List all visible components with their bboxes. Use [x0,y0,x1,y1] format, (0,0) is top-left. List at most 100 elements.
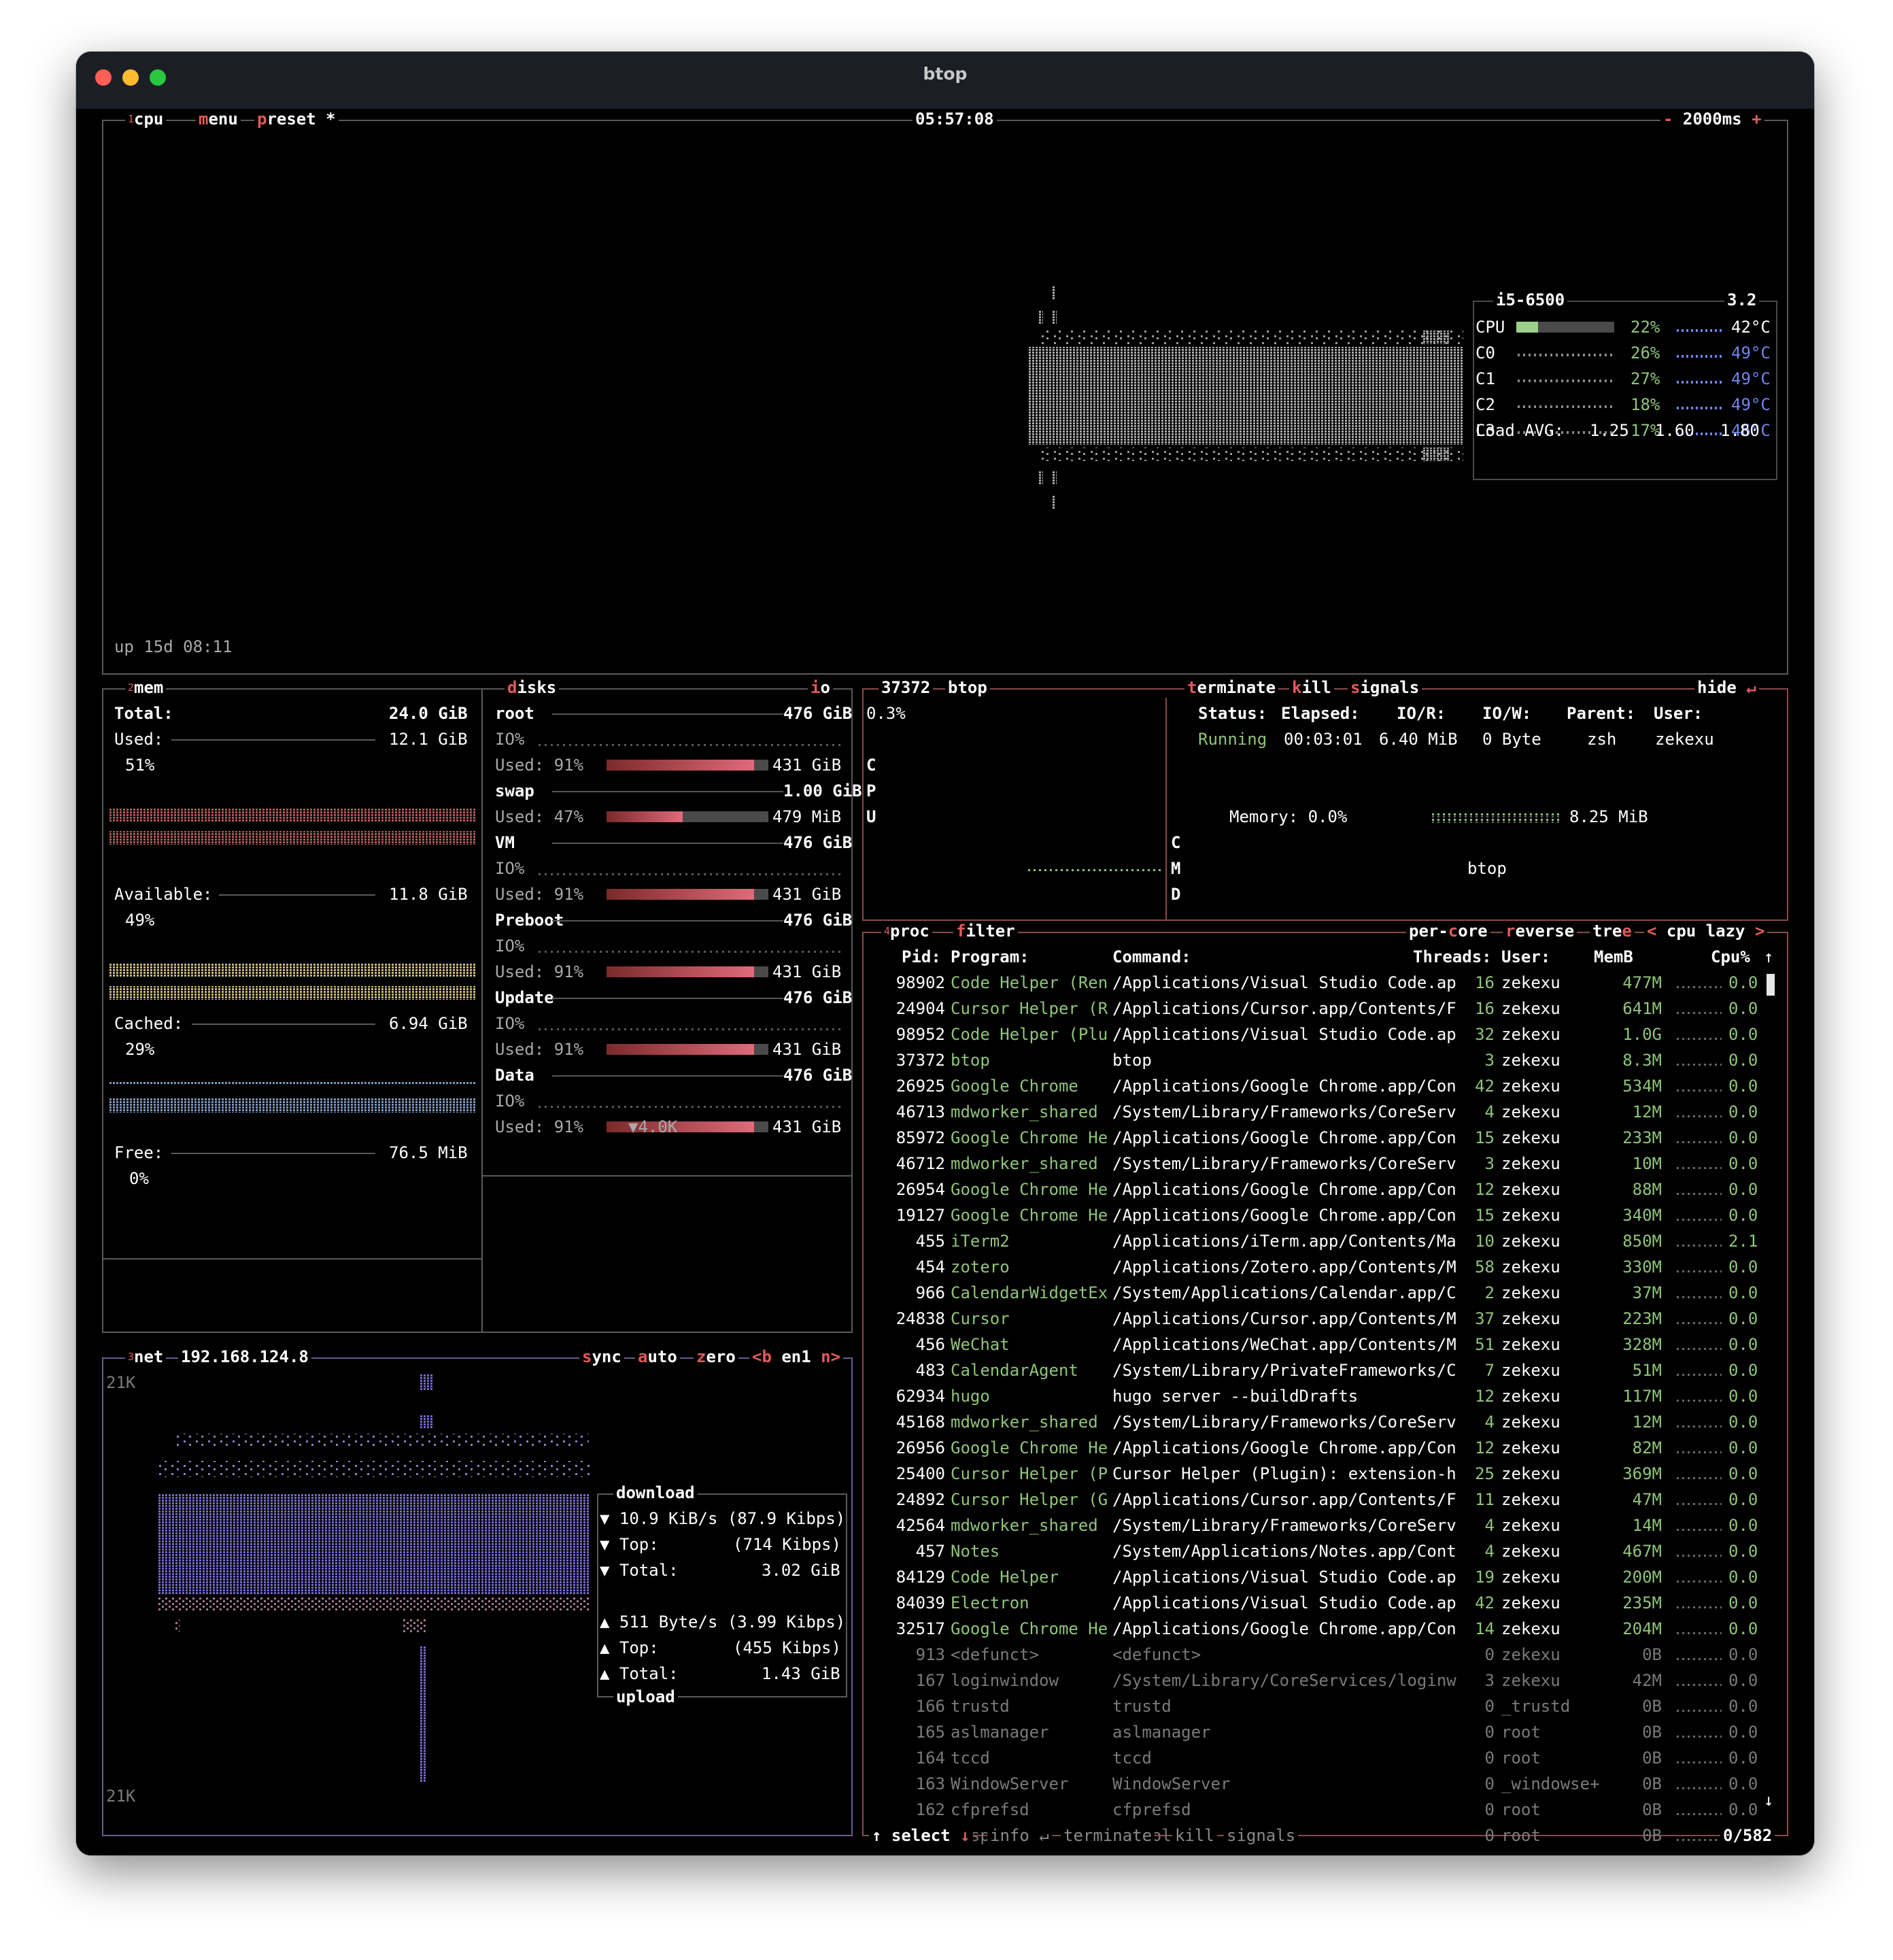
table-row[interactable]: 24892 Cursor Helper (G/Applications/Curso… [865,1489,1762,1510]
signals-hint[interactable]: signals [1224,1825,1299,1846]
zero-toggle[interactable]: zero [694,1347,738,1367]
update-interval[interactable]: - 2000ms + [1660,109,1764,129]
load-avg-15: 1.80 [1720,421,1760,440]
io-toggle[interactable]: io [808,677,833,698]
proc-mem: 12M [1632,1102,1662,1121]
proc-mem: 0B [1642,1800,1662,1819]
table-row[interactable]: 26925 Google Chrome/Applications/Google C… [865,1076,1762,1096]
reverse-toggle[interactable]: reverse [1503,921,1577,941]
net-iface-selector[interactable]: <b en1 n> [749,1347,844,1367]
sort-selector[interactable]: < cpu lazy > [1644,921,1768,941]
menu-button[interactable]: menu [196,109,241,129]
tree-toggle[interactable]: tree [1590,921,1635,941]
proc-threads: 4 [1484,1542,1495,1561]
scroll-down-icon[interactable]: ↓ [1764,1790,1773,1810]
select-hint[interactable]: ↑ select ↓ [869,1825,973,1846]
sync-toggle[interactable]: sync [579,1347,624,1367]
terminate-hint[interactable]: terminate [1061,1825,1155,1846]
proc-program: cfprefsd [951,1800,1029,1819]
table-row[interactable]: 84039 Electron/Applications/Visual Studio… [865,1593,1762,1613]
terminate-button[interactable]: terminate [1184,677,1279,698]
table-row[interactable]: 24904 Cursor Helper (R/Applications/Curso… [865,998,1762,1019]
table-row[interactable]: 45168 mdworker_shared/System/Library/Fram… [865,1412,1762,1432]
per-core-toggle[interactable]: per-core [1406,921,1490,941]
col-threads[interactable]: Threads: [1413,947,1492,967]
table-row[interactable]: 966 CalendarWidgetEx/System/Applications/… [865,1283,1762,1303]
signals-button[interactable]: signals [1348,677,1422,698]
table-row[interactable]: 42564 mdworker_shared/System/Library/Fram… [865,1515,1762,1536]
detail-memory-label: Memory: 0.0% [1229,807,1348,826]
table-row[interactable]: 84129 Code Helper/Applications/Visual Stu… [865,1567,1762,1587]
hide-button[interactable]: hide ↵ [1694,677,1759,698]
proc-program: Code Helper (Plu [951,1025,1108,1044]
table-row[interactable]: 37372 btop btop 3 zekexu 8.3M 0.0 [865,1050,1762,1070]
scroll-up-icon[interactable]: ↑ [1764,947,1773,967]
table-row[interactable]: 913 <defunct> <defunct> 0 zekexu 0B 0.0 [865,1644,1762,1665]
disk-size: 476 GiB [783,987,853,1008]
col-cpu[interactable]: Cpu% [1711,947,1750,967]
proc-command: btop [1112,1051,1152,1070]
table-row[interactable]: 25400 Cursor Helper (P Cursor Helper (Plug… [865,1464,1762,1484]
table-row[interactable]: 46712 mdworker_shared/System/Library/Fram… [865,1153,1762,1174]
core-temp-graph [1677,407,1724,409]
col-program[interactable]: Program: [951,947,1029,967]
table-row[interactable]: 163 WindowServer WindowServer 0 _windowse+ 0B… [865,1774,1762,1794]
disks-tab[interactable]: disks [505,677,560,698]
mem-used-value: 12.1 GiB [389,729,468,749]
kill-hint[interactable]: kill [1172,1825,1217,1846]
info-hint[interactable]: info ↵ [987,1825,1052,1846]
proc-threads: 0 [1484,1800,1495,1819]
table-row[interactable]: 46713 mdworker_shared/System/Library/Fram… [865,1102,1762,1122]
cpu-tab[interactable]: 1cpu [125,109,167,129]
download-total-label: ▼ Total: [600,1561,679,1580]
proc-pid: 98902 [896,973,945,992]
scrollbar-thumb[interactable] [1767,974,1775,996]
col-user[interactable]: User: [1501,947,1550,967]
table-row[interactable]: 85972 Google Chrome He/Applications/Googl… [865,1128,1762,1148]
upload-label: upload [613,1687,678,1707]
table-row[interactable]: 167 loginwindow/System/Library/CoreServic… [865,1670,1762,1691]
table-row[interactable]: 454 zotero/Applications/Zotero.app/Conten… [865,1257,1762,1277]
proc-command: /System/Applications/Calendar.app/C [1112,1283,1456,1302]
proc-pid: 24892 [896,1490,945,1509]
proc-cpu-graph [1677,1115,1722,1117]
proc-program: Google Chrome He [951,1180,1108,1199]
table-row[interactable]: 24838 Cursor/Applications/Cursor.app/Cont… [865,1308,1762,1329]
proc-tab[interactable]: 4proc [881,921,932,941]
filter-button[interactable]: filter [953,921,1018,941]
col-command[interactable]: Command: [1112,947,1191,967]
disks-bottom-rule [483,1175,851,1177]
col-pid[interactable]: Pid: [902,947,941,967]
table-row[interactable]: 98902 Code Helper (Ren/Applications/Visua… [865,973,1762,993]
net-tab[interactable]: 3net [125,1347,167,1367]
table-row[interactable]: 19127 Google Chrome He/Applications/Googl… [865,1205,1762,1226]
disk-used-value: 431 GiB [772,756,842,775]
disk-io-dots [539,744,842,746]
table-row[interactable]: 32517 Google Chrome He/Applications/Googl… [865,1619,1762,1639]
table-row[interactable]: 26954 Google Chrome He/Applications/Googl… [865,1179,1762,1200]
col-mem[interactable]: MemB [1594,947,1633,967]
table-row[interactable]: 165 aslmanager aslmanager 0 root 0B 0.0 [865,1722,1762,1742]
preset-button[interactable]: preset * [254,109,339,129]
table-row[interactable]: 26956 Google Chrome He/Applications/Googl… [865,1438,1762,1458]
proc-pid: 913 [915,1645,945,1664]
table-row[interactable]: 455 iTerm2/Applications/iTerm.app/Content… [865,1231,1762,1251]
proc-cpu: 0.0 [1728,1697,1758,1716]
table-row[interactable]: 483 CalendarAgent/System/Library/PrivateF… [865,1360,1762,1381]
auto-toggle[interactable]: auto [635,1347,680,1367]
upload-total-label: ▲ Total: [600,1664,679,1683]
detail-divider [1165,698,1167,921]
table-row[interactable]: 457 Notes/System/Applications/Notes.app/C… [865,1541,1762,1561]
table-row[interactable]: 62934 hugo hugo server --buildDrafts 12 zeke… [865,1386,1762,1406]
proc-cpu: 0.0 [1728,1309,1758,1328]
mem-tab[interactable]: 2mem [125,677,167,698]
table-row[interactable]: 166 trustd trustd 0 _trustd 0B 0.0 [865,1696,1762,1717]
proc-mem: 88M [1632,1180,1662,1199]
detail-value: 6.40 MiB [1379,730,1458,749]
table-row[interactable]: 456 WeChat/Applications/WeChat.app/Conten… [865,1334,1762,1355]
proc-mem: 641M [1622,999,1662,1018]
table-row[interactable]: 164 tccd tccd 0 root 0B 0.0 [865,1748,1762,1768]
kill-button[interactable]: kill [1289,677,1334,698]
table-row[interactable]: 162 cfprefsd cfprefsd 0 root 0B 0.0 [865,1800,1762,1820]
table-row[interactable]: 98952 Code Helper (Plu/Applications/Visua… [865,1024,1762,1045]
